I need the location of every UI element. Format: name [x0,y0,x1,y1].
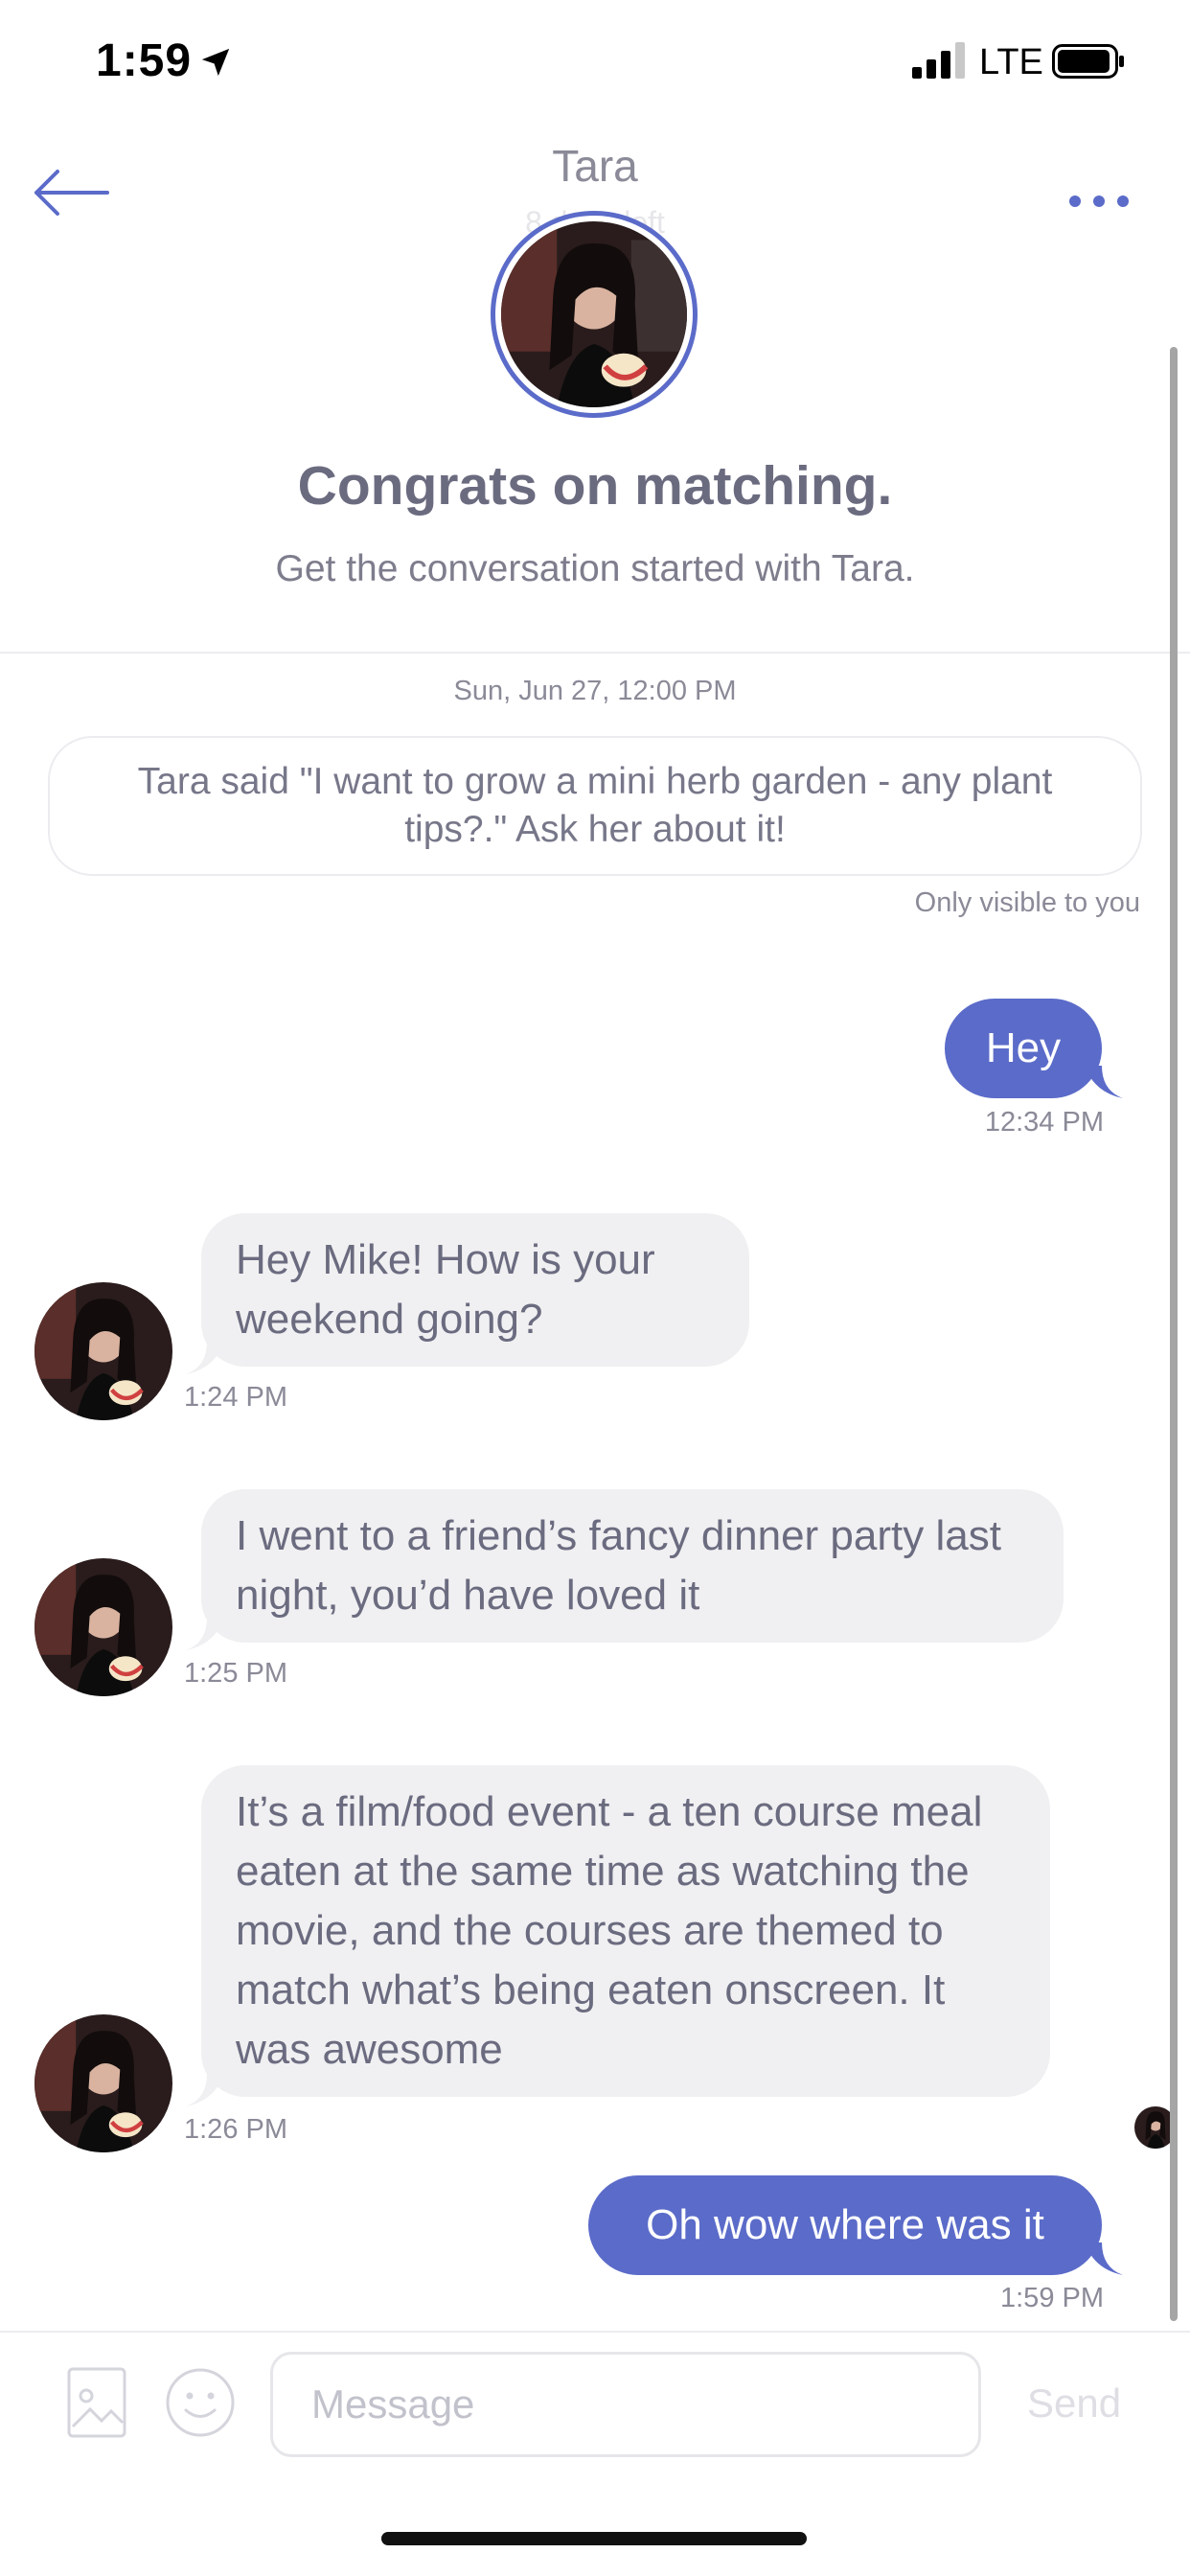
send-button[interactable]: Send [1027,2380,1121,2426]
location-arrow-icon [201,48,230,77]
cellular-signal-icon [912,42,965,79]
message-text: Hey [985,1024,1062,1071]
section-divider [0,652,1190,654]
image-attach-icon[interactable] [67,2367,126,2438]
incoming-message-bubble[interactable]: It’s a film/food event - a ten course me… [201,1765,1050,2097]
date-stamp: Sun, Jun 27, 12:00 PM [453,676,737,706]
message-text: I went to a friend’s fancy dinner party … [236,1512,1001,1619]
message-timestamp: 1:25 PM [184,1658,287,1689]
message-input[interactable] [270,2352,981,2457]
conversation-prompt-card: Tara said "I want to grow a mini herb ga… [48,736,1142,876]
message-timestamp: 12:34 PM [984,1107,1104,1138]
message-text: It’s a film/food event - a ten course me… [236,1788,983,2073]
message-timestamp: 1:59 PM [1000,2283,1104,2313]
outgoing-message-bubble[interactable]: Hey [945,999,1102,1098]
match-subheading: Get the conversation started with Tara. [275,548,915,589]
network-type: LTE [979,42,1043,82]
sender-avatar[interactable] [34,1558,172,1696]
sender-avatar[interactable] [34,2014,172,2152]
composer-divider [0,2331,1190,2333]
sender-avatar[interactable] [34,1282,172,1420]
profile-photo-icon [34,1282,172,1420]
bubble-tail [186,1618,224,1650]
bubble-tail [1085,2242,1123,2275]
profile-photo-icon [34,1558,172,1696]
incoming-message-bubble[interactable]: I went to a friend’s fancy dinner party … [201,1489,1064,1643]
visibility-note: Only visible to you [914,887,1140,918]
more-options-icon[interactable] [1065,182,1133,220]
bubble-tail [186,1342,224,1374]
incoming-message-bubble[interactable]: Hey Mike! How is your weekend going? [201,1213,749,1367]
message-timestamp: 1:24 PM [184,1382,287,1413]
emoji-icon[interactable] [165,2367,236,2438]
battery-icon [1052,44,1124,79]
scrollbar[interactable] [1170,347,1178,2321]
message-text: Hey Mike! How is your weekend going? [236,1236,655,1343]
status-time: 1:59 [96,35,193,86]
outgoing-message-bubble[interactable]: Oh wow where was it [588,2175,1102,2275]
bubble-tail [1085,1066,1123,1098]
match-heading: Congrats on matching. [297,455,893,517]
match-avatar[interactable] [491,211,698,418]
chat-title: Tara [552,141,638,191]
message-timestamp: 1:26 PM [184,2114,287,2145]
bubble-tail [186,2074,224,2106]
profile-photo-icon [34,2014,172,2152]
home-indicator [381,2532,807,2545]
profile-photo-icon [501,221,687,407]
message-text: Oh wow where was it [646,2201,1044,2248]
